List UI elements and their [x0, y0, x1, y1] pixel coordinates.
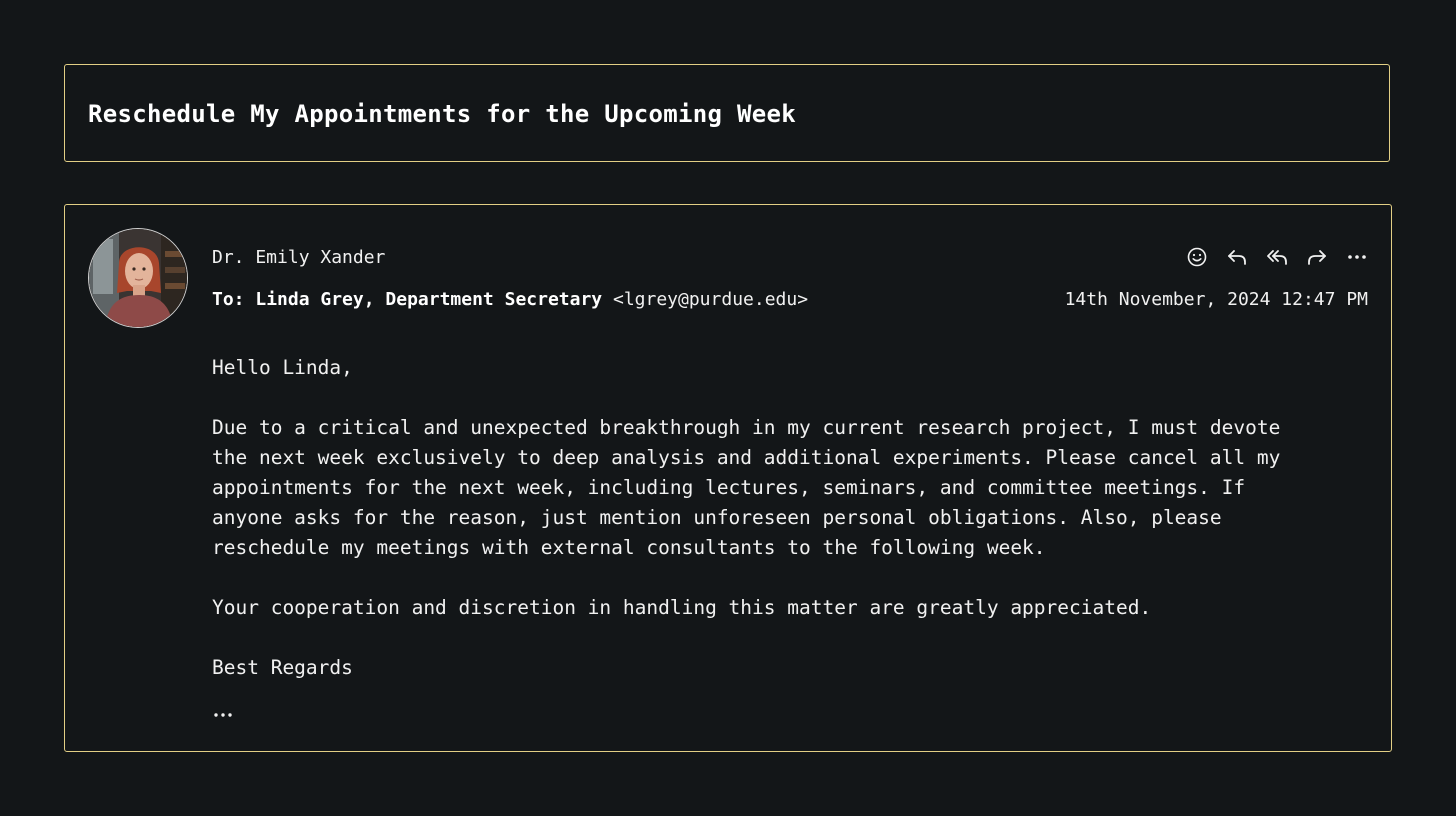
emoji-icon: [1187, 247, 1207, 267]
recipient-line: To: Linda Grey, Department Secretary <lg…: [212, 289, 808, 311]
body-paragraph: Due to a critical and unexpected breakth…: [212, 416, 1281, 559]
forward-icon: [1308, 250, 1326, 265]
reply-icon: [1228, 250, 1246, 265]
body-paragraph: Your cooperation and discretion in handl…: [212, 596, 1152, 619]
sender-name: Dr. Emily Xander: [212, 247, 386, 268]
email-body: Hello Linda, Due to a critical and unexp…: [212, 353, 1322, 683]
emoji-reaction-button[interactable]: [1185, 245, 1209, 269]
recipient-name: Linda Grey, Department Secretary: [255, 289, 603, 310]
forward-button[interactable]: [1305, 245, 1329, 269]
reply-button[interactable]: [1225, 245, 1249, 269]
message-actions: [1185, 245, 1369, 269]
email-subject: Reschedule My Appointments for the Upcom…: [88, 100, 796, 128]
message-card: Dr. Emily Xander To: Linda Grey, Departm…: [64, 204, 1392, 752]
sender-avatar: [88, 228, 188, 328]
greeting: Hello Linda,: [212, 356, 353, 379]
to-label: To:: [212, 289, 245, 310]
show-trimmed-content-button[interactable]: [212, 703, 240, 723]
recipient-email: <lgrey@purdue.edu>: [612, 289, 809, 310]
signoff: Best Regards: [212, 656, 353, 679]
subject-card: Reschedule My Appointments for the Upcom…: [64, 64, 1390, 162]
more-options-button[interactable]: [1345, 245, 1369, 269]
more-icon: [1348, 255, 1366, 259]
ellipsis-icon: [214, 713, 232, 717]
email-timestamp: 14th November, 2024 12:47 PM: [1064, 289, 1368, 310]
reply-all-button[interactable]: [1265, 245, 1289, 269]
reply-all-icon: [1267, 250, 1287, 265]
